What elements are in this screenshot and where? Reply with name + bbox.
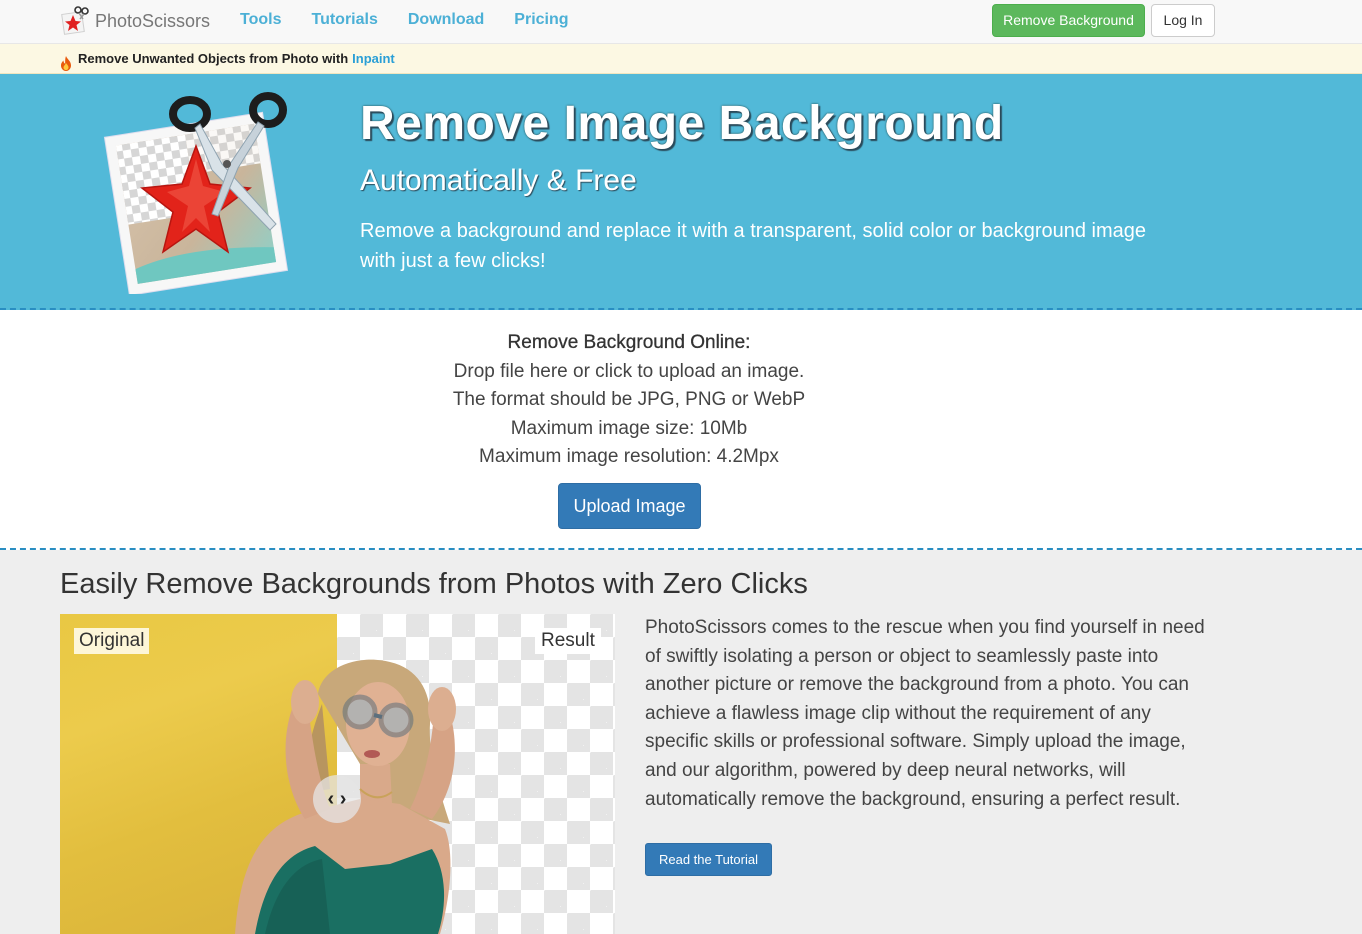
result-label: Result	[535, 628, 601, 654]
nav-link-tutorials[interactable]: Tutorials	[296, 0, 392, 40]
upload-image-button[interactable]: Upload Image	[558, 483, 701, 529]
before-after-slider[interactable]: Original Result ‹ ›	[60, 614, 615, 934]
hero-logo-image	[100, 84, 300, 296]
upload-format-info: The format should be JPG, PNG or WebP	[452, 389, 806, 410]
feature-section: Easily Remove Backgrounds from Photos wi…	[0, 550, 1362, 934]
fire-icon	[60, 52, 72, 71]
promo-text: Remove Unwanted Objects from Photo with	[78, 51, 349, 66]
hero-section: Remove Image Background Automatically & …	[0, 74, 1362, 310]
nav-link-tools[interactable]: Tools	[225, 0, 296, 40]
upload-instruction: Drop file here or click to upload an ima…	[453, 361, 805, 382]
hero-subtitle: Automatically & Free	[360, 164, 637, 197]
login-button[interactable]: Log In	[1151, 4, 1215, 37]
hero-description: Remove a background and replace it with …	[360, 220, 1146, 272]
nav-link-pricing[interactable]: Pricing	[499, 0, 583, 40]
upload-size-info: Maximum image size: 10Mb	[510, 418, 748, 439]
upload-title: Remove Background Online:	[507, 332, 751, 353]
feature-title: Easily Remove Backgrounds from Photos wi…	[60, 568, 808, 600]
brand-link[interactable]: PhotoScissors	[60, 4, 210, 38]
feature-description: PhotoScissors comes to the rescue when y…	[645, 617, 1205, 810]
slider-handle-icon[interactable]: ‹ ›	[313, 775, 361, 823]
photoscissors-logo-icon	[60, 6, 90, 36]
brand-name: PhotoScissors	[95, 10, 211, 31]
upload-dropzone[interactable]: Remove Background Online: Drop file here…	[0, 310, 1362, 550]
inpaint-link[interactable]: Inpaint	[352, 44, 395, 74]
top-navbar: PhotoScissors Tools Tutorials Download P…	[0, 0, 1362, 44]
promo-bar: Remove Unwanted Objects from Photo with …	[0, 44, 1362, 74]
promo-content: Remove Unwanted Objects from Photo with …	[60, 44, 395, 74]
nav-link-download[interactable]: Download	[393, 0, 499, 40]
hero-title: Remove Image Background	[360, 97, 1004, 150]
remove-background-button[interactable]: Remove Background	[992, 4, 1145, 37]
read-tutorial-button[interactable]: Read the Tutorial	[645, 843, 772, 876]
original-label: Original	[74, 628, 150, 654]
nav-links: Tools Tutorials Download Pricing	[225, 0, 584, 40]
upload-resolution-info: Maximum image resolution: 4.2Mpx	[479, 446, 779, 467]
woman-photo-image	[235, 659, 456, 934]
